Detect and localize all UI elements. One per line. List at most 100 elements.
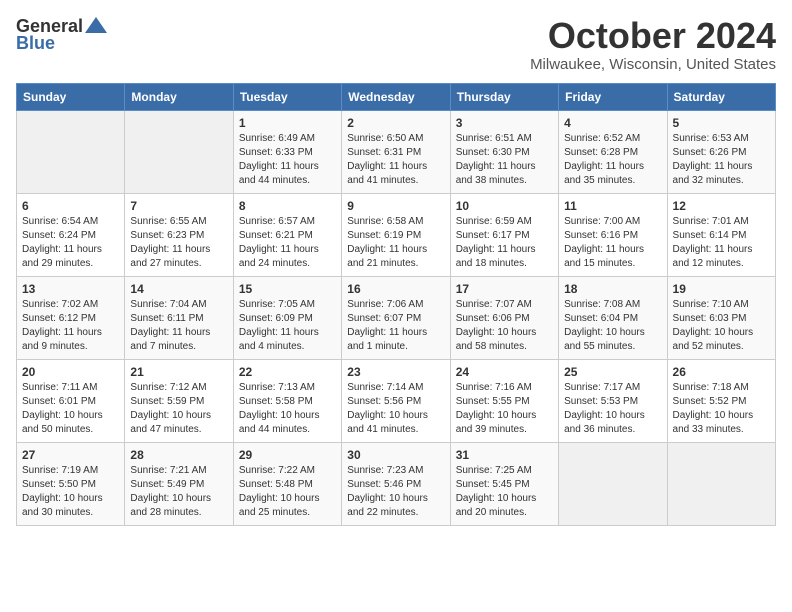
- day-detail: Sunrise: 7:01 AM Sunset: 6:14 PM Dayligh…: [673, 215, 770, 271]
- calendar-week-row: 13 Sunrise: 7:02 AM Sunset: 6:12 PM Dayli…: [17, 276, 776, 359]
- calendar-header-wednesday: Wednesday: [342, 83, 450, 110]
- calendar-cell: 10 Sunrise: 6:59 AM Sunset: 6:17 PM Dayli…: [450, 193, 558, 276]
- day-number: 10: [456, 199, 553, 213]
- day-number: 9: [347, 199, 444, 213]
- day-number: 16: [347, 282, 444, 296]
- calendar-cell: [667, 442, 775, 525]
- day-detail: Sunrise: 6:55 AM Sunset: 6:23 PM Dayligh…: [130, 215, 227, 271]
- day-detail: Sunrise: 7:08 AM Sunset: 6:04 PM Dayligh…: [564, 298, 661, 354]
- calendar-cell: 21 Sunrise: 7:12 AM Sunset: 5:59 PM Dayli…: [125, 359, 233, 442]
- day-detail: Sunrise: 6:59 AM Sunset: 6:17 PM Dayligh…: [456, 215, 553, 271]
- calendar-cell: 3 Sunrise: 6:51 AM Sunset: 6:30 PM Daylig…: [450, 110, 558, 193]
- logo-icon: [85, 17, 107, 33]
- day-number: 2: [347, 116, 444, 130]
- calendar-cell: 30 Sunrise: 7:23 AM Sunset: 5:46 PM Dayli…: [342, 442, 450, 525]
- day-number: 24: [456, 365, 553, 379]
- day-number: 5: [673, 116, 770, 130]
- calendar-cell: 12 Sunrise: 7:01 AM Sunset: 6:14 PM Dayli…: [667, 193, 775, 276]
- calendar-week-row: 6Sunrise: 6:54 AM Sunset: 6:24 PM Daylig…: [17, 193, 776, 276]
- logo-blue: Blue: [16, 33, 55, 54]
- day-number: 28: [130, 448, 227, 462]
- calendar-cell: [559, 442, 667, 525]
- calendar-cell: [17, 110, 125, 193]
- day-number: 13: [22, 282, 119, 296]
- day-detail: Sunrise: 6:52 AM Sunset: 6:28 PM Dayligh…: [564, 132, 661, 188]
- month-title: October 2024: [530, 16, 776, 56]
- day-detail: Sunrise: 7:06 AM Sunset: 6:07 PM Dayligh…: [347, 298, 444, 354]
- calendar-header-saturday: Saturday: [667, 83, 775, 110]
- calendar-cell: 29 Sunrise: 7:22 AM Sunset: 5:48 PM Dayli…: [233, 442, 341, 525]
- calendar-header-row: SundayMondayTuesdayWednesdayThursdayFrid…: [17, 83, 776, 110]
- day-detail: Sunrise: 7:16 AM Sunset: 5:55 PM Dayligh…: [456, 381, 553, 437]
- day-detail: Sunrise: 6:53 AM Sunset: 6:26 PM Dayligh…: [673, 132, 770, 188]
- day-detail: Sunrise: 7:19 AM Sunset: 5:50 PM Dayligh…: [22, 464, 119, 520]
- title-area: October 2024 Milwaukee, Wisconsin, Unite…: [530, 16, 776, 73]
- day-number: 30: [347, 448, 444, 462]
- calendar-cell: 14 Sunrise: 7:04 AM Sunset: 6:11 PM Dayli…: [125, 276, 233, 359]
- calendar-cell: 25Sunrise: 7:17 AM Sunset: 5:53 PM Dayli…: [559, 359, 667, 442]
- calendar-cell: 4 Sunrise: 6:52 AM Sunset: 6:28 PM Daylig…: [559, 110, 667, 193]
- day-detail: Sunrise: 7:02 AM Sunset: 6:12 PM Dayligh…: [22, 298, 119, 354]
- day-number: 31: [456, 448, 553, 462]
- day-number: 12: [673, 199, 770, 213]
- calendar-cell: 23 Sunrise: 7:14 AM Sunset: 5:56 PM Dayli…: [342, 359, 450, 442]
- calendar-cell: 28 Sunrise: 7:21 AM Sunset: 5:49 PM Dayli…: [125, 442, 233, 525]
- calendar-header-monday: Monday: [125, 83, 233, 110]
- location-title: Milwaukee, Wisconsin, United States: [530, 56, 776, 73]
- day-number: 19: [673, 282, 770, 296]
- day-number: 3: [456, 116, 553, 130]
- calendar-week-row: 20 Sunrise: 7:11 AM Sunset: 6:01 PM Dayli…: [17, 359, 776, 442]
- day-detail: Sunrise: 7:00 AM Sunset: 6:16 PM Dayligh…: [564, 215, 661, 271]
- day-number: 23: [347, 365, 444, 379]
- day-detail: Sunrise: 7:18 AM Sunset: 5:52 PM Dayligh…: [673, 381, 770, 437]
- day-number: 29: [239, 448, 336, 462]
- calendar-cell: 13 Sunrise: 7:02 AM Sunset: 6:12 PM Dayli…: [17, 276, 125, 359]
- day-detail: Sunrise: 7:05 AM Sunset: 6:09 PM Dayligh…: [239, 298, 336, 354]
- calendar-header-sunday: Sunday: [17, 83, 125, 110]
- calendar-week-row: 27 Sunrise: 7:19 AM Sunset: 5:50 PM Dayli…: [17, 442, 776, 525]
- calendar-cell: [125, 110, 233, 193]
- day-detail: Sunrise: 7:12 AM Sunset: 5:59 PM Dayligh…: [130, 381, 227, 437]
- day-detail: Sunrise: 7:23 AM Sunset: 5:46 PM Dayligh…: [347, 464, 444, 520]
- calendar-cell: 1Sunrise: 6:49 AM Sunset: 6:33 PM Daylig…: [233, 110, 341, 193]
- day-number: 14: [130, 282, 227, 296]
- calendar-cell: 22Sunrise: 7:13 AM Sunset: 5:58 PM Dayli…: [233, 359, 341, 442]
- day-detail: Sunrise: 7:13 AM Sunset: 5:58 PM Dayligh…: [239, 381, 336, 437]
- day-detail: Sunrise: 6:51 AM Sunset: 6:30 PM Dayligh…: [456, 132, 553, 188]
- day-number: 21: [130, 365, 227, 379]
- logo: General Blue: [16, 16, 107, 54]
- calendar-cell: 27 Sunrise: 7:19 AM Sunset: 5:50 PM Dayli…: [17, 442, 125, 525]
- day-detail: Sunrise: 6:49 AM Sunset: 6:33 PM Dayligh…: [239, 132, 336, 188]
- day-detail: Sunrise: 7:21 AM Sunset: 5:49 PM Dayligh…: [130, 464, 227, 520]
- day-number: 17: [456, 282, 553, 296]
- day-number: 15: [239, 282, 336, 296]
- calendar-cell: 9 Sunrise: 6:58 AM Sunset: 6:19 PM Daylig…: [342, 193, 450, 276]
- calendar-cell: 24 Sunrise: 7:16 AM Sunset: 5:55 PM Dayli…: [450, 359, 558, 442]
- calendar-cell: 11 Sunrise: 7:00 AM Sunset: 6:16 PM Dayli…: [559, 193, 667, 276]
- calendar-cell: 2 Sunrise: 6:50 AM Sunset: 6:31 PM Daylig…: [342, 110, 450, 193]
- day-number: 25: [564, 365, 661, 379]
- calendar-cell: 5 Sunrise: 6:53 AM Sunset: 6:26 PM Daylig…: [667, 110, 775, 193]
- day-number: 18: [564, 282, 661, 296]
- calendar-header-friday: Friday: [559, 83, 667, 110]
- calendar-cell: 16 Sunrise: 7:06 AM Sunset: 6:07 PM Dayli…: [342, 276, 450, 359]
- day-detail: Sunrise: 7:07 AM Sunset: 6:06 PM Dayligh…: [456, 298, 553, 354]
- day-number: 4: [564, 116, 661, 130]
- calendar-week-row: 1Sunrise: 6:49 AM Sunset: 6:33 PM Daylig…: [17, 110, 776, 193]
- calendar-table: SundayMondayTuesdayWednesdayThursdayFrid…: [16, 83, 776, 526]
- day-number: 6: [22, 199, 119, 213]
- day-detail: Sunrise: 7:11 AM Sunset: 6:01 PM Dayligh…: [22, 381, 119, 437]
- calendar-cell: 7Sunrise: 6:55 AM Sunset: 6:23 PM Daylig…: [125, 193, 233, 276]
- day-detail: Sunrise: 6:58 AM Sunset: 6:19 PM Dayligh…: [347, 215, 444, 271]
- day-detail: Sunrise: 6:50 AM Sunset: 6:31 PM Dayligh…: [347, 132, 444, 188]
- day-number: 27: [22, 448, 119, 462]
- day-number: 20: [22, 365, 119, 379]
- day-number: 26: [673, 365, 770, 379]
- day-number: 11: [564, 199, 661, 213]
- page-header: General Blue October 2024 Milwaukee, Wis…: [16, 16, 776, 73]
- day-detail: Sunrise: 7:22 AM Sunset: 5:48 PM Dayligh…: [239, 464, 336, 520]
- day-detail: Sunrise: 7:10 AM Sunset: 6:03 PM Dayligh…: [673, 298, 770, 354]
- day-detail: Sunrise: 7:04 AM Sunset: 6:11 PM Dayligh…: [130, 298, 227, 354]
- day-detail: Sunrise: 6:57 AM Sunset: 6:21 PM Dayligh…: [239, 215, 336, 271]
- day-detail: Sunrise: 7:14 AM Sunset: 5:56 PM Dayligh…: [347, 381, 444, 437]
